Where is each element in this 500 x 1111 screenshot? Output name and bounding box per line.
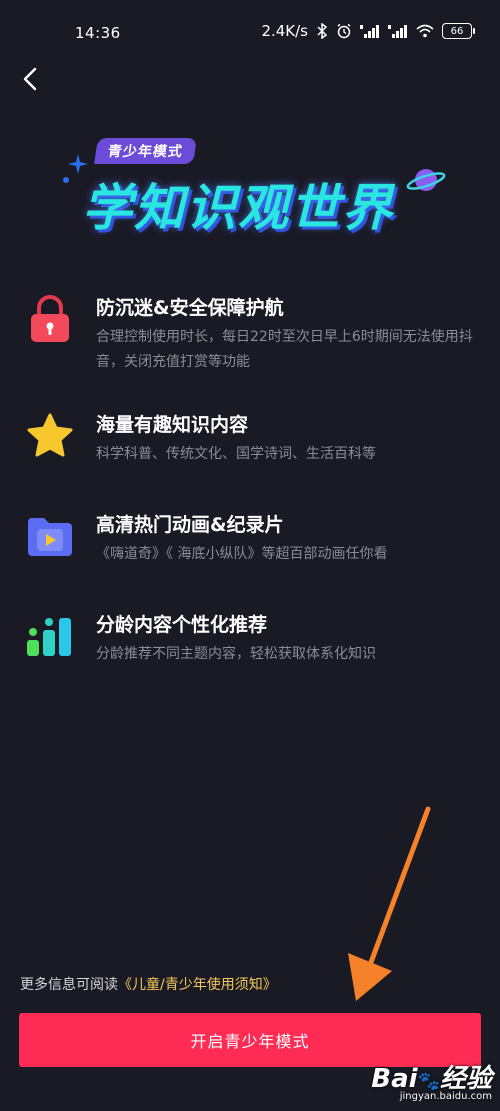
feature-title: 分龄内容个性化推荐 [96, 614, 268, 636]
feature-title: 海量有趣知识内容 [96, 414, 249, 436]
watermark-logo: Bai🐾经验 [371, 1058, 492, 1095]
signal-hd-icon [388, 24, 408, 38]
battery-icon: 66 [442, 23, 475, 39]
bar-chart-icon [27, 618, 71, 656]
terms-notice: 更多信息可阅读《儿童/青少年使用须知》 [20, 974, 277, 994]
hero-title: 学知识观世界 [82, 179, 394, 237]
paw-icon: 🐾 [417, 1071, 440, 1092]
planet-icon [406, 169, 446, 191]
lock-icon [31, 295, 69, 342]
baidu-watermark: Bai🐾经验 jingyan.baidu.com [371, 1058, 492, 1102]
chevron-left-icon [23, 67, 37, 91]
battery-level: 66 [450, 25, 464, 37]
alarm-icon [336, 23, 352, 39]
watermark-logo-suffix: 经验 [439, 1064, 492, 1094]
feature-desc: 《嗨道奇》《 海底小纵队》等超百部动画任你看 [96, 546, 388, 562]
hero-badge: 青少年模式 [94, 138, 197, 164]
arrow-annotation-icon [348, 806, 431, 1001]
star-icon [27, 413, 73, 457]
feature-title: 防沉迷&安全保障护航 [96, 297, 284, 319]
feature-desc: 分龄推荐不同主题内容，轻松获取体系化知识 [96, 646, 376, 662]
wifi-icon [416, 24, 434, 38]
hero-banner: 青少年模式 学知识观世界 [60, 130, 460, 250]
video-folder-icon [28, 518, 72, 556]
feature-title: 高清热门动画&纪录片 [96, 514, 284, 536]
bluetooth-icon [316, 23, 328, 39]
status-bar: 14:36 2.4K/s 66 [0, 0, 500, 60]
status-icons: 2.4K/s 66 [261, 22, 475, 40]
network-speed: 2.4K/s [261, 22, 308, 40]
back-button[interactable] [18, 66, 44, 92]
notice-text: 更多信息可阅读 [20, 977, 118, 993]
feature-desc: 科学科普、传统文化、国学诗词、生活百科等 [96, 446, 376, 462]
feature-desc: 合理控制使用时长，每日22时至次日早上6时期间无法使用抖音，关闭充值打赏等功能 [96, 329, 473, 370]
watermark-logo-text: Bai [371, 1064, 418, 1094]
terms-link[interactable]: 《儿童/青少年使用须知》 [118, 977, 277, 993]
status-time: 14:36 [75, 24, 121, 42]
signal-hd-icon [360, 24, 380, 38]
